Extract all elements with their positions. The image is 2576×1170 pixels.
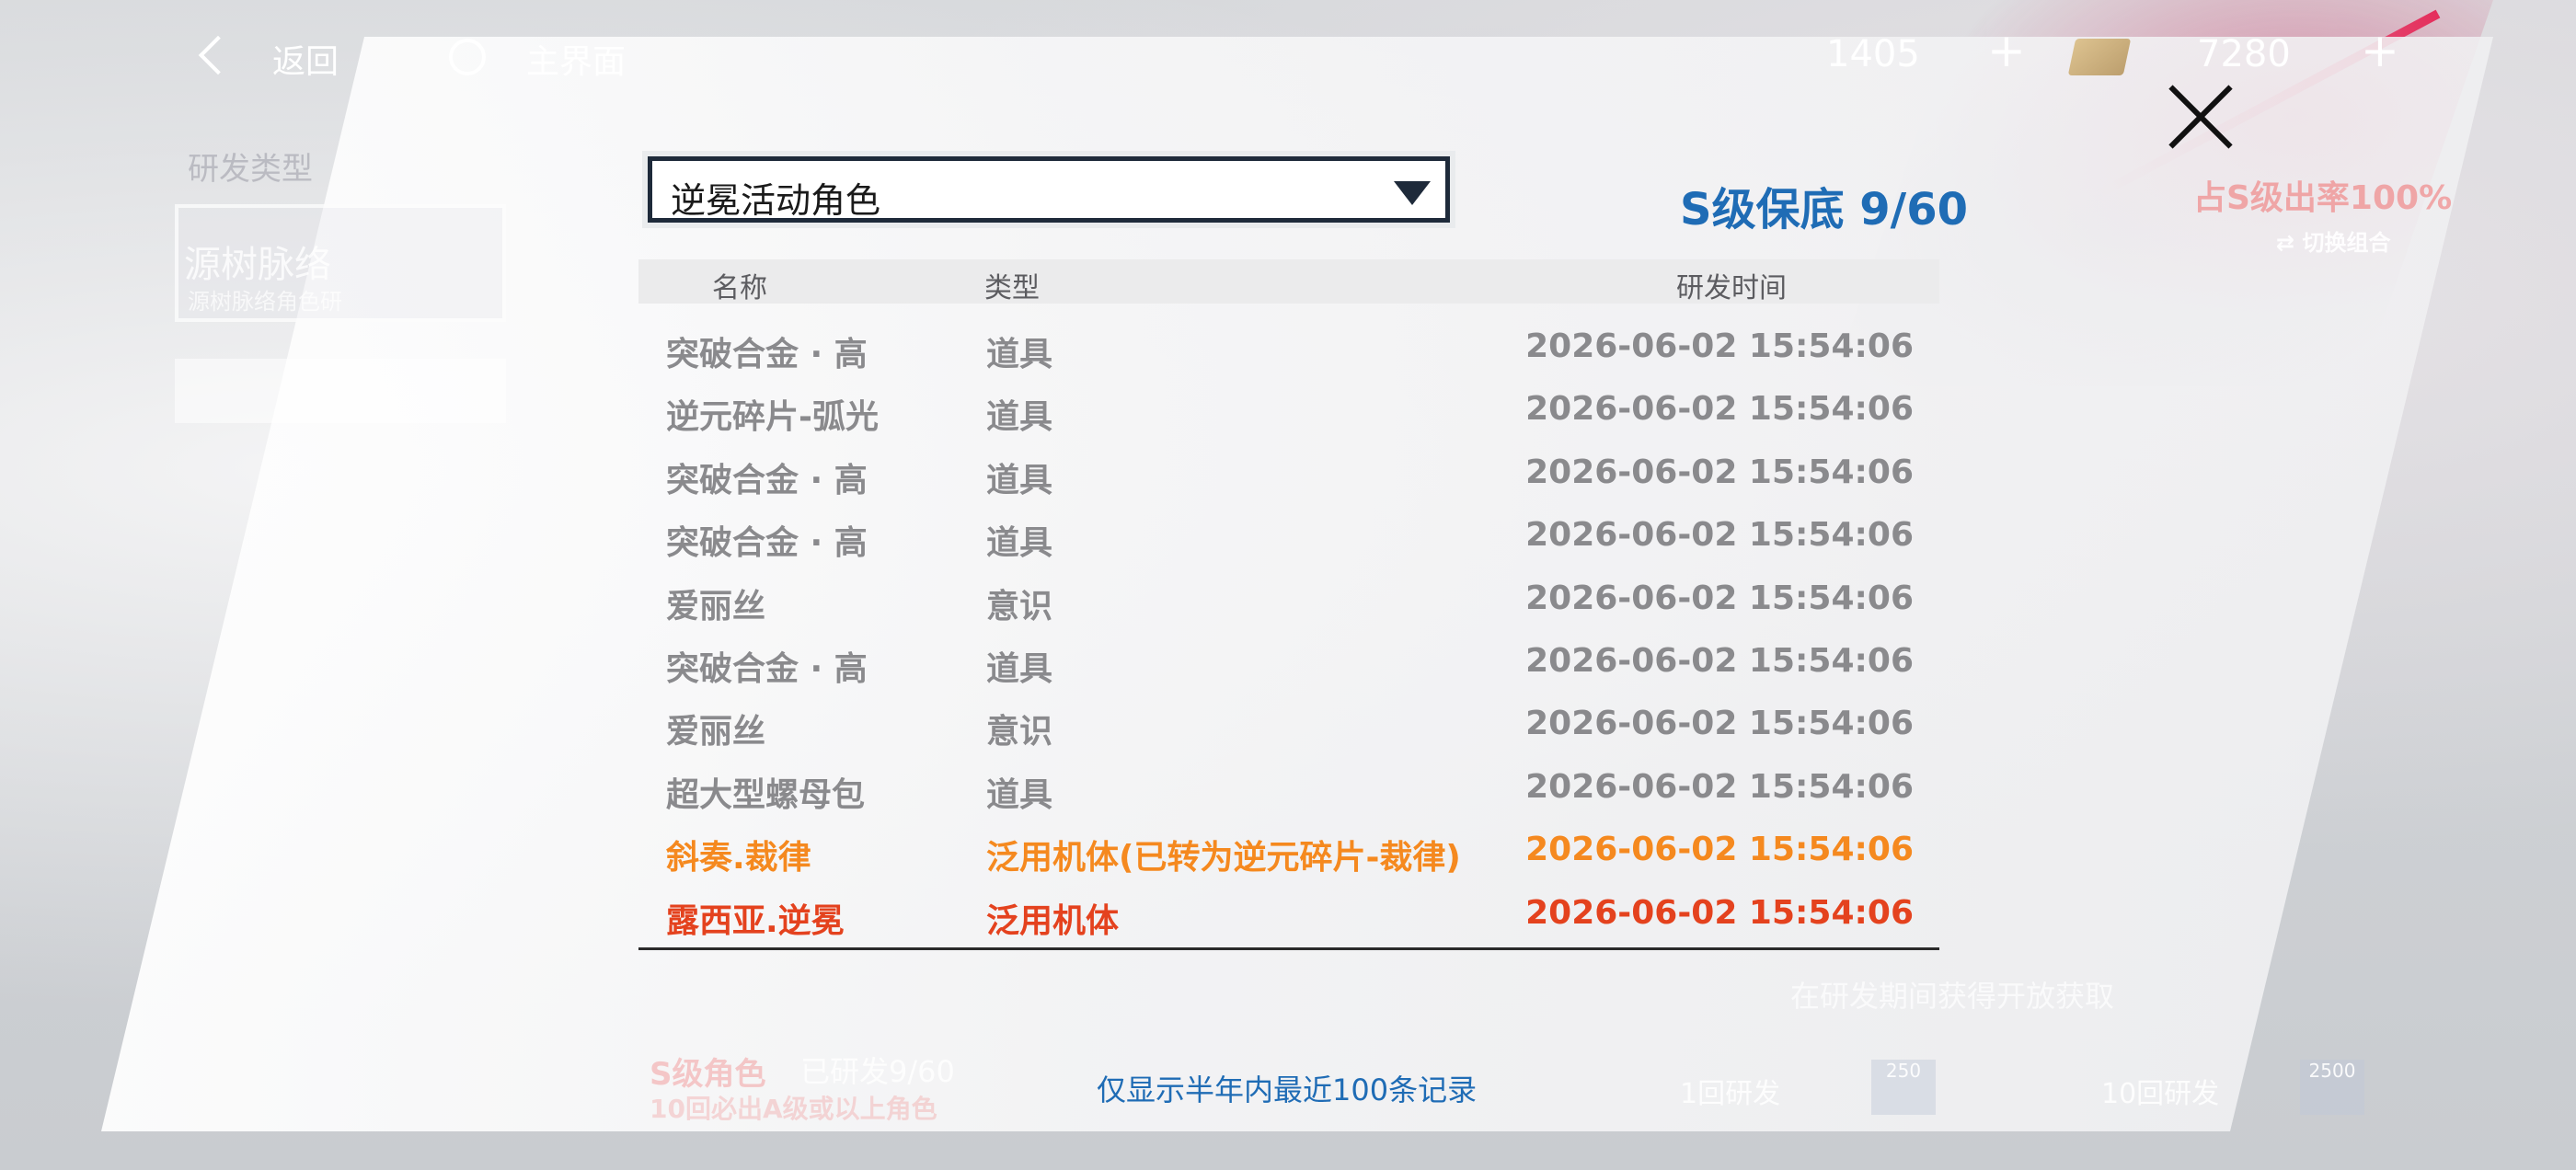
row-time: 2026-06-02 15:54:06 — [1525, 767, 1914, 806]
research-type-label: 研发类型 — [188, 151, 313, 188]
table-row: 超大型螺母包 道具 2026-06-02 15:54:06 — [638, 757, 1939, 820]
table-row: 突破合金 · 高 道具 2026-06-02 15:54:06 — [638, 442, 1939, 505]
row-type: 道具 — [986, 398, 1053, 437]
row-time: 2026-06-02 15:54:06 — [1525, 327, 1914, 365]
home-circle-icon[interactable] — [449, 39, 486, 75]
resource2-plus-button[interactable]: + — [2361, 28, 2399, 74]
resource1-plus-button[interactable]: + — [1987, 28, 2026, 74]
guarantee-text: 10回必出A级或以上角色 — [650, 1094, 937, 1124]
row-name: 露西亚.逆冕 — [666, 901, 845, 940]
history-table-header: 名称 类型 研发时间 — [638, 259, 1939, 304]
row-time: 2026-06-02 15:54:06 — [1525, 390, 1914, 429]
close-icon[interactable] — [2164, 81, 2237, 155]
resource2-value: 7280 — [2197, 33, 2291, 75]
table-row: 爱丽丝 意识 2026-06-02 15:54:06 — [638, 694, 1939, 756]
pool-select-value: 逆冕活动角色 — [671, 180, 881, 221]
row-time: 2026-06-02 15:54:06 — [1525, 893, 1914, 932]
row-type: 道具 — [986, 461, 1053, 499]
single-research-label: 1回研发 — [1680, 1078, 1781, 1110]
records-footnote: 仅显示半年内最近100条记录 — [1097, 1072, 1478, 1107]
table-row: 露西亚.逆冕 泛用机体 2026-06-02 15:54:06 — [638, 883, 1939, 946]
s-pity-counter: S级保底 9/60 — [1680, 184, 1969, 235]
row-name: 斜奏.裁律 — [666, 839, 811, 878]
table-row: 斜奏.裁律 泛用机体(已转为逆元碎片-裁律) 2026-06-02 15:54:… — [638, 820, 1939, 882]
row-name: 突破合金 · 高 — [666, 461, 868, 499]
row-type: 道具 — [986, 336, 1053, 373]
table-row: 突破合金 · 高 道具 2026-06-02 15:54:06 — [638, 316, 1939, 379]
row-time: 2026-06-02 15:54:06 — [1525, 641, 1914, 680]
row-name: 突破合金 · 高 — [666, 524, 868, 563]
row-type: 道具 — [986, 524, 1053, 563]
row-time: 2026-06-02 15:54:06 — [1525, 705, 1914, 743]
switch-combo-button: ⇄ 切换组合 — [2276, 230, 2391, 256]
column-header-name: 名称 — [712, 272, 767, 304]
back-button[interactable]: 返回 — [272, 35, 339, 83]
pool-select-dropdown[interactable]: 逆冕活动角色 — [648, 156, 1450, 223]
triangle-down-icon — [1394, 181, 1431, 205]
underlying-button — [175, 359, 506, 423]
row-name: 突破合金 · 高 — [666, 649, 868, 688]
research-type-card-subtitle: 源树脉络角色研 — [188, 289, 342, 315]
s-role-label: S级角色 — [650, 1056, 766, 1093]
row-name: 爱丽丝 — [666, 587, 766, 625]
resource1-value: 1405 — [1826, 33, 1920, 75]
history-table-body[interactable]: 突破合金 · 高 道具 2026-06-02 15:54:06 逆元碎片-弧光 … — [638, 316, 1939, 946]
single-research-cost: 250 — [1871, 1060, 1936, 1115]
resource2-currency-icon — [2067, 39, 2132, 75]
row-type: 道具 — [986, 775, 1053, 814]
table-row: 突破合金 · 高 道具 2026-06-02 15:54:06 — [638, 505, 1939, 568]
research-type-card-title: 源树脉络 — [184, 244, 331, 286]
table-row: 爱丽丝 意识 2026-06-02 15:54:06 — [638, 568, 1939, 631]
row-time: 2026-06-02 15:54:06 — [1525, 579, 1914, 617]
hint-text: 在研发期间获得开放获取 — [1790, 979, 2115, 1014]
home-button[interactable]: 主界面 — [526, 35, 626, 83]
s-rate-text: 占S级出率100% — [2193, 179, 2453, 217]
row-name: 逆元碎片-弧光 — [666, 398, 879, 437]
row-time: 2026-06-02 15:54:06 — [1525, 516, 1914, 555]
table-row: 突破合金 · 高 道具 2026-06-02 15:54:06 — [638, 631, 1939, 694]
back-arrow-icon[interactable] — [198, 35, 238, 75]
row-time: 2026-06-02 15:54:06 — [1525, 453, 1914, 491]
row-time: 2026-06-02 15:54:06 — [1525, 831, 1914, 869]
switch-combo-label: 切换组合 — [2302, 230, 2391, 256]
column-header-type: 类型 — [984, 272, 1040, 304]
pity-progress-text: 已研发9/60 — [800, 1054, 955, 1089]
ten-research-cost: 2500 — [2300, 1060, 2364, 1115]
row-name: 突破合金 · 高 — [666, 336, 868, 373]
row-name: 爱丽丝 — [666, 713, 766, 751]
row-type: 意识 — [986, 713, 1053, 751]
table-bottom-divider — [638, 947, 1939, 950]
row-type: 泛用机体 — [986, 901, 1120, 940]
ten-research-label: 10回研发 — [2101, 1078, 2220, 1110]
row-type: 道具 — [986, 649, 1053, 688]
column-header-time: 研发时间 — [1676, 272, 1787, 304]
row-type: 泛用机体(已转为逆元碎片-裁律) — [986, 839, 1461, 878]
row-name: 超大型螺母包 — [666, 775, 866, 814]
table-row: 逆元碎片-弧光 道具 2026-06-02 15:54:06 — [638, 379, 1939, 442]
row-type: 意识 — [986, 587, 1053, 625]
